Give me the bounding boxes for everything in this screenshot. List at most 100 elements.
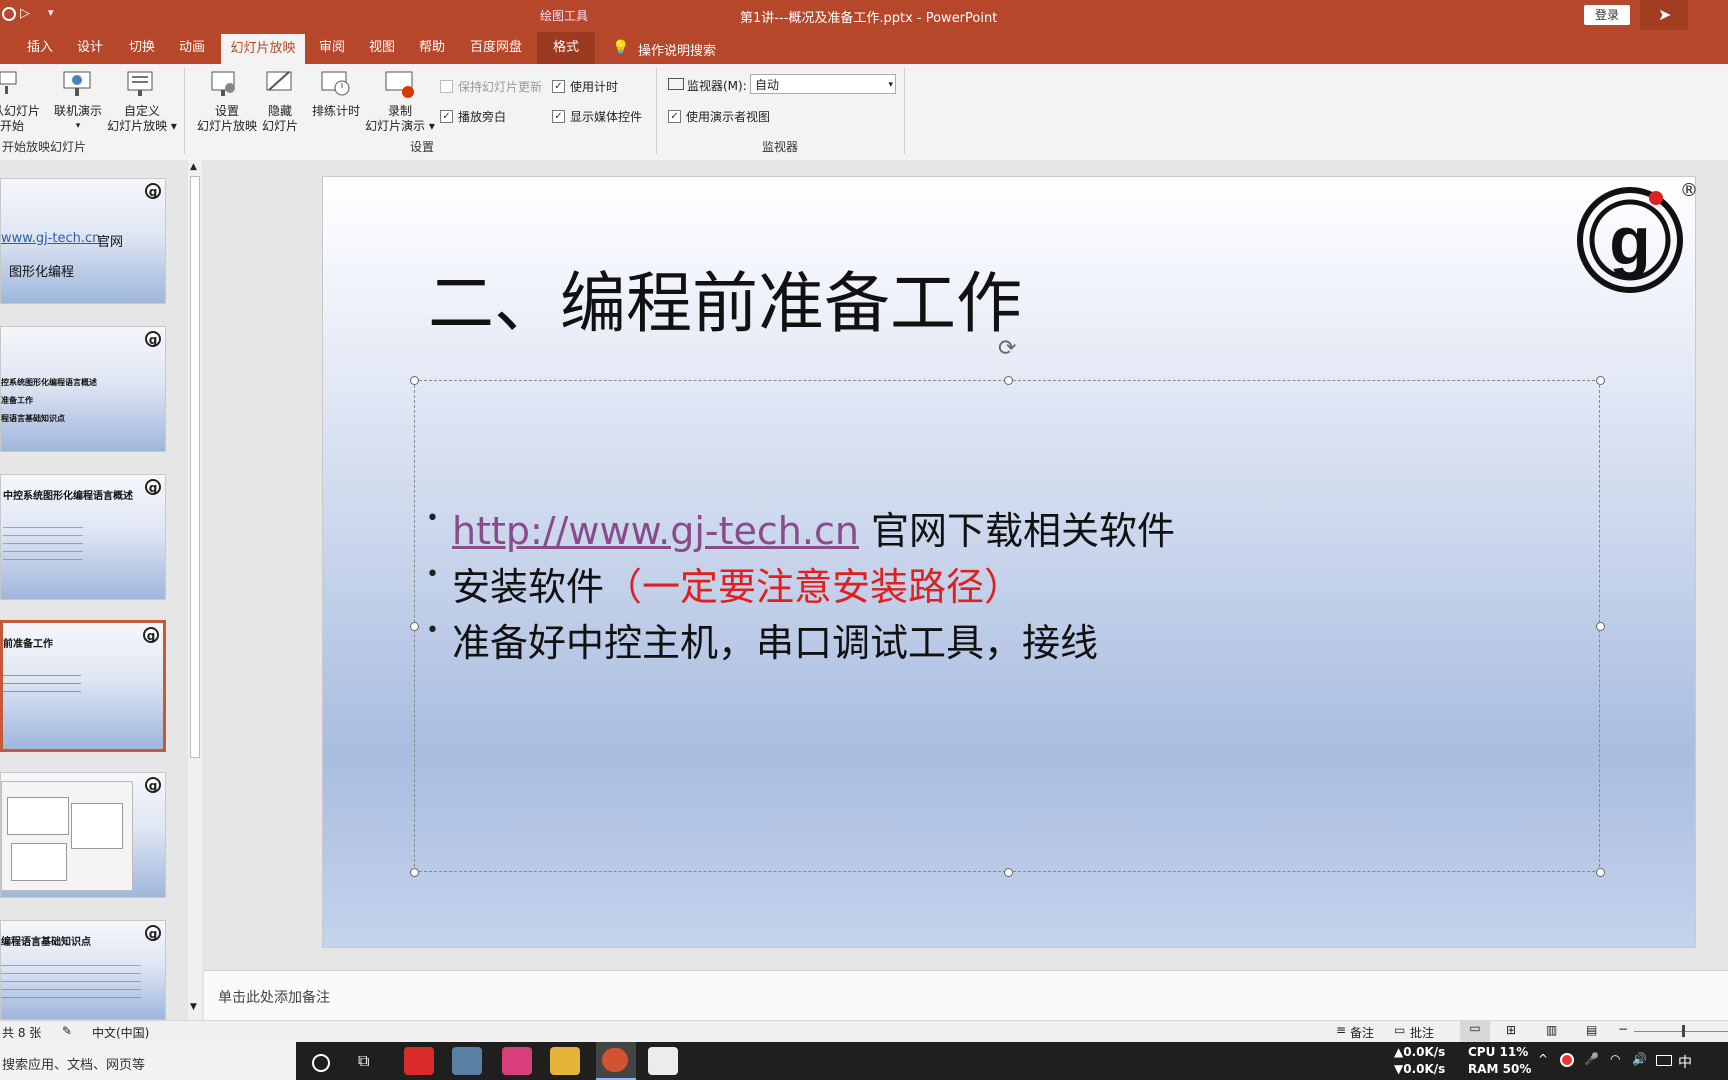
monitor-select[interactable]: 自动 ▾: [750, 74, 896, 94]
bullet-3: 准备好中控主机，串口调试工具，接线: [452, 621, 1099, 665]
ime-indicator[interactable]: 中: [1678, 1052, 1692, 1072]
setup-slideshow-button[interactable]: 设置 幻灯片放映: [194, 104, 260, 134]
from-current-slide-icon[interactable]: [0, 70, 20, 100]
comments-icon[interactable]: ▭: [1394, 1023, 1405, 1037]
wifi-icon[interactable]: ◠: [1610, 1052, 1620, 1066]
tell-me-search[interactable]: 操作说明搜索: [638, 40, 716, 59]
thumbnail-scrollbar[interactable]: ▲ ▼: [188, 160, 202, 1020]
volume-icon[interactable]: 🔊: [1632, 1052, 1647, 1066]
language-indicator[interactable]: 中文(中国): [92, 1024, 149, 1041]
resize-handle[interactable]: [1596, 622, 1605, 631]
resize-handle[interactable]: [410, 622, 419, 631]
scroll-down-icon[interactable]: ▼: [190, 1002, 197, 1012]
resize-handle[interactable]: [1596, 868, 1605, 877]
tab-transitions[interactable]: 切换: [120, 32, 164, 64]
logo-icon: g: [145, 479, 161, 495]
zoom-slider-thumb[interactable]: [1682, 1025, 1685, 1037]
website-link[interactable]: http://www.gj-tech.cn: [452, 509, 859, 553]
file-explorer-icon[interactable]: [550, 1047, 580, 1075]
thumb-text: 程语言基础知识点: [1, 414, 65, 423]
presenter-view-checkbox[interactable]: ✓ 使用演示者视图: [668, 108, 770, 125]
slide-thumbnail-6[interactable]: g 编程语言基础知识点: [0, 920, 166, 1020]
reading-view-icon[interactable]: ▥: [1546, 1023, 1557, 1037]
record-slideshow-button[interactable]: 录制 幻灯片演示 ▾: [364, 104, 436, 134]
record-tray-icon[interactable]: [1560, 1053, 1574, 1067]
customize-toolbar-icon[interactable]: ▾: [48, 6, 54, 19]
scroll-thumb[interactable]: [190, 176, 200, 758]
registered-mark: ®: [1680, 180, 1698, 201]
tray-chevron-icon[interactable]: ^: [1538, 1052, 1548, 1066]
custom-slideshow-icon[interactable]: [126, 70, 156, 100]
slide-thumbnail-1[interactable]: g www.gj-tech.cn 官网 图形化编程: [0, 178, 166, 304]
login-button[interactable]: 登录: [1584, 5, 1630, 25]
play-narrations-checkbox[interactable]: ✓ 播放旁白: [440, 108, 506, 125]
from-current-slide-button[interactable]: 从幻灯片 开始: [0, 104, 40, 134]
rehearse-timings-icon[interactable]: [320, 70, 352, 100]
rotate-handle-icon[interactable]: ⟳: [998, 336, 1016, 361]
slideshow-view-icon[interactable]: ▤: [1586, 1023, 1597, 1037]
camera-app-icon[interactable]: [452, 1047, 482, 1075]
slide-thumbnail-5[interactable]: g: [0, 772, 166, 898]
tab-format[interactable]: 格式: [537, 32, 595, 64]
tab-design[interactable]: 设计: [68, 32, 112, 64]
resize-handle[interactable]: [1596, 376, 1605, 385]
ribbon-separator: [184, 68, 185, 154]
slide-thumbnail-4[interactable]: g 前准备工作: [0, 620, 166, 752]
record-slideshow-icon[interactable]: [384, 70, 416, 100]
battery-icon[interactable]: [1656, 1055, 1672, 1066]
rehearse-timings-button[interactable]: 排练计时: [308, 104, 364, 119]
app-icon[interactable]: [648, 1047, 678, 1075]
tab-animations[interactable]: 动画: [170, 32, 214, 64]
normal-view-icon[interactable]: ▭: [1460, 1021, 1490, 1042]
powerpoint-app-icon[interactable]: [596, 1042, 636, 1080]
comments-button[interactable]: 批注: [1410, 1024, 1434, 1041]
slide-sorter-icon[interactable]: ⊞: [1506, 1023, 1516, 1037]
resize-handle[interactable]: [410, 376, 419, 385]
group-setup-label: 设置: [410, 140, 435, 154]
resize-handle[interactable]: [1004, 376, 1013, 385]
tab-help[interactable]: 帮助: [412, 32, 452, 64]
resize-handle[interactable]: [410, 868, 419, 877]
notes-icon[interactable]: ≡: [1336, 1023, 1346, 1037]
hide-slide-button[interactable]: 隐藏 幻灯片: [258, 104, 302, 134]
hide-slide-icon[interactable]: [265, 70, 295, 100]
svg-text:g: g: [1609, 203, 1651, 279]
pdf-app-icon[interactable]: [502, 1047, 532, 1075]
task-view-icon[interactable]: ⧉: [358, 1051, 369, 1071]
show-media-controls-checkbox[interactable]: ✓ 显示媒体控件: [552, 108, 642, 125]
online-present-button[interactable]: 联机演示 ▾: [50, 104, 106, 134]
custom-slideshow-button[interactable]: 自定义 幻灯片放映 ▾: [104, 104, 180, 134]
slide-title[interactable]: 二、编程前准备工作: [428, 250, 1022, 346]
status-bar: 共 8 张 ✎ 中文(中国) ≡ 备注 ▭ 批注 ▭ ⊞ ▥ ▤ −: [0, 1020, 1728, 1043]
thumb-text-lines: [1, 965, 141, 1001]
slide-thumbnail-3[interactable]: g 中控系统图形化编程语言概述: [0, 474, 166, 600]
tab-slideshow[interactable]: 幻灯片放映: [221, 34, 305, 64]
scroll-up-icon[interactable]: ▲: [190, 162, 197, 172]
microphone-icon[interactable]: 🎤: [1584, 1052, 1599, 1066]
online-present-icon[interactable]: [62, 70, 94, 100]
autosave-icon[interactable]: [2, 7, 16, 21]
youdao-app-icon[interactable]: [404, 1047, 434, 1075]
taskbar-search-box[interactable]: 搜索应用、文档、网页等: [0, 1042, 296, 1080]
tab-review[interactable]: 审阅: [312, 32, 352, 64]
tab-baidu-netdisk[interactable]: 百度网盘: [464, 32, 528, 64]
bullet-1: http://www.gj-tech.cn 官网下载相关软件: [452, 509, 1176, 553]
bullet-icon: •: [426, 618, 439, 643]
tab-view[interactable]: 视图: [362, 32, 402, 64]
start-slideshow-icon[interactable]: ▷: [20, 6, 30, 21]
use-timings-checkbox[interactable]: ✓ 使用计时: [552, 78, 618, 95]
slide-thumbnail-2[interactable]: g 控系统图形化编程语言概述 准备工作 程语言基础知识点: [0, 326, 166, 452]
setup-slideshow-icon[interactable]: [210, 70, 240, 100]
bullet-icon: •: [426, 562, 439, 587]
notes-pane[interactable]: 单击此处添加备注: [204, 970, 1728, 1021]
spellcheck-icon[interactable]: ✎: [62, 1024, 72, 1038]
cortana-icon[interactable]: [312, 1054, 330, 1072]
zoom-out-icon[interactable]: −: [1618, 1022, 1628, 1036]
zoom-slider[interactable]: [1634, 1031, 1728, 1032]
keep-slides-updated-checkbox[interactable]: 保持幻灯片更新: [440, 78, 542, 95]
tab-insert[interactable]: 插入: [18, 32, 62, 64]
notes-button[interactable]: 备注: [1350, 1024, 1374, 1041]
chevron-down-icon: ▾: [888, 80, 893, 90]
resize-handle[interactable]: [1004, 868, 1013, 877]
lightbulb-icon: 💡: [612, 40, 630, 56]
